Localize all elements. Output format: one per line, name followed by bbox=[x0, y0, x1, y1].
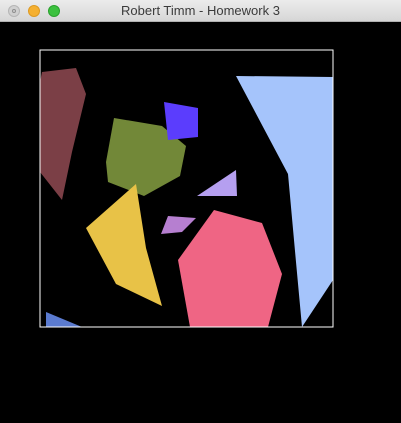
purple-quad bbox=[161, 216, 196, 234]
app-window: Robert Timm - Homework 3 bbox=[0, 0, 401, 423]
blue-square bbox=[164, 102, 198, 140]
title-bar[interactable]: Robert Timm - Homework 3 bbox=[0, 0, 401, 22]
maroon-polygon bbox=[40, 68, 86, 200]
lavender-triangle bbox=[197, 170, 237, 196]
yellow-polygon bbox=[86, 184, 162, 306]
scene-shapes bbox=[40, 68, 333, 327]
pink-hexagon bbox=[178, 210, 282, 327]
window-title: Robert Timm - Homework 3 bbox=[121, 3, 280, 18]
drawing-canvas[interactable] bbox=[0, 22, 401, 423]
steel-blue-sliver bbox=[46, 312, 82, 327]
scene-svg bbox=[39, 49, 334, 328]
